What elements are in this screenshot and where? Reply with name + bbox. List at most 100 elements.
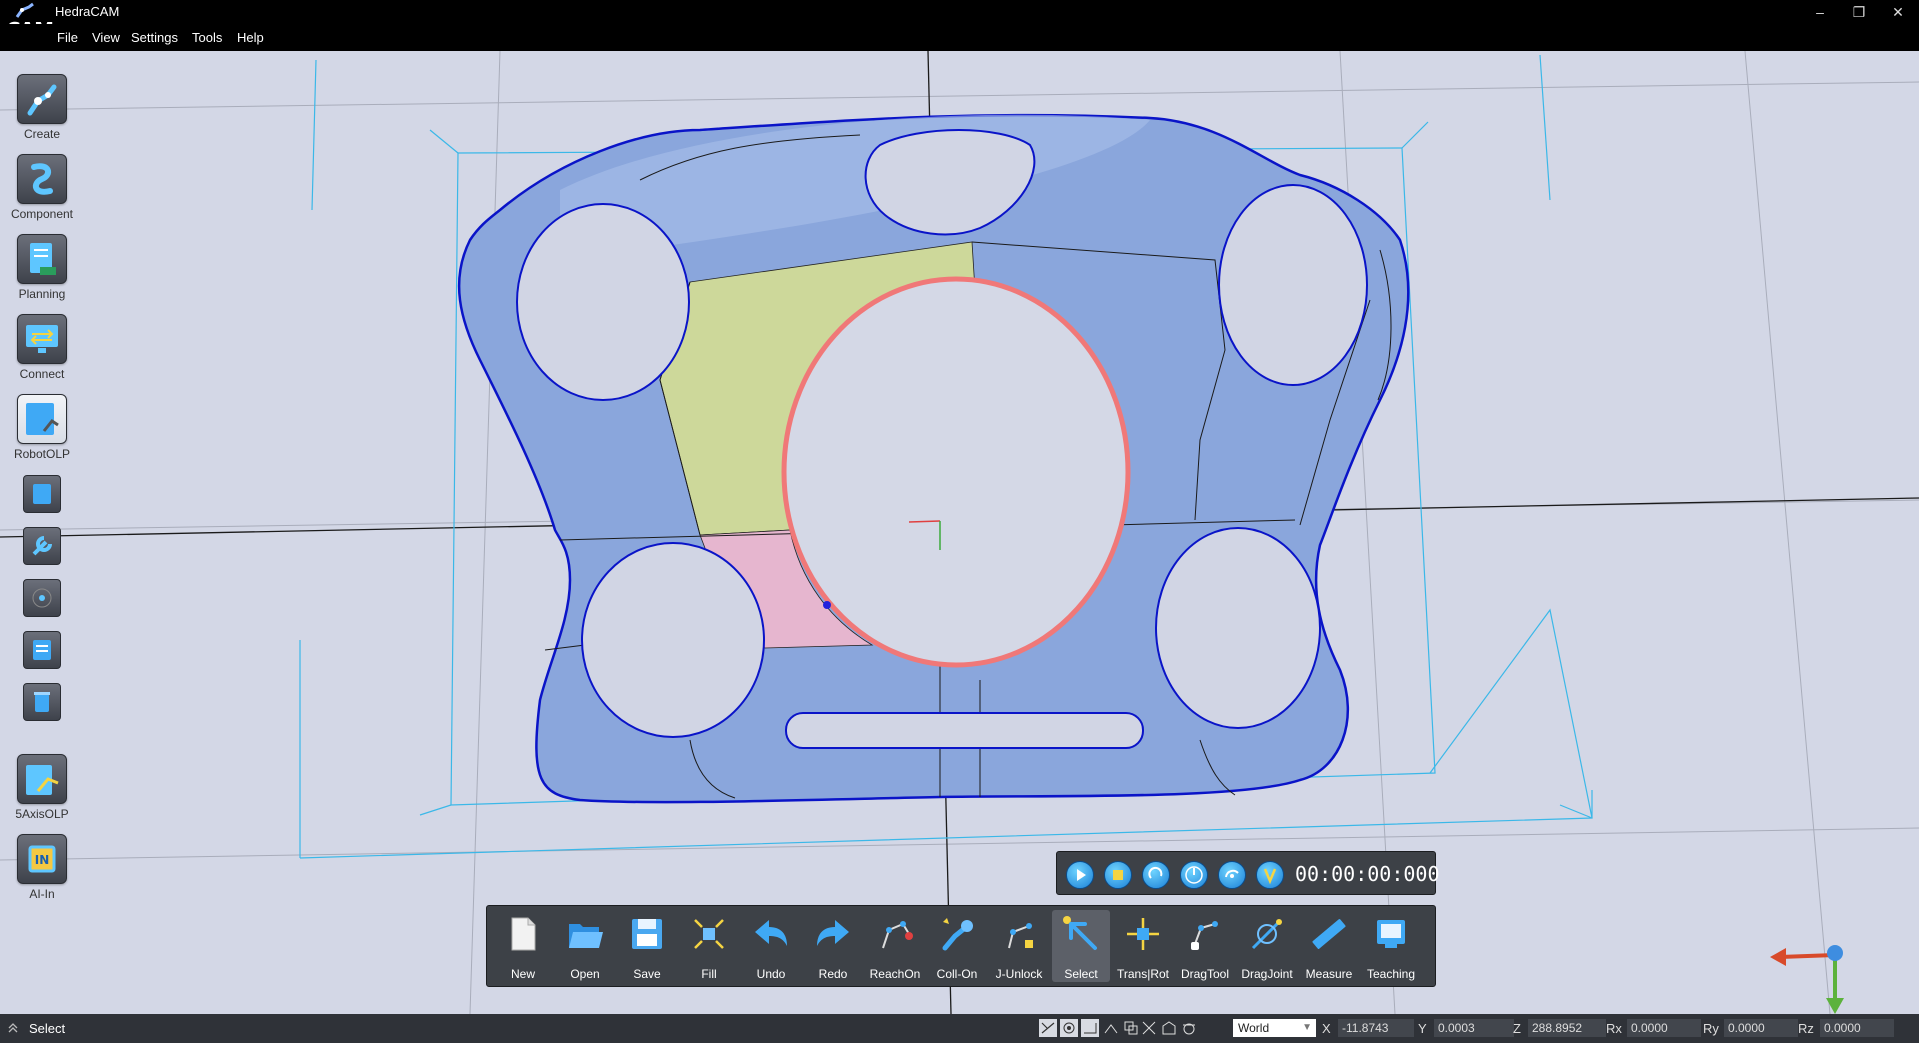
undo-icon bbox=[755, 920, 787, 946]
sidebar-item-connect[interactable]: Connect bbox=[10, 314, 74, 381]
sidebar-item-5axis-olp[interactable]: 5AxisOLP bbox=[10, 754, 74, 821]
sidebar-tool-program[interactable] bbox=[23, 631, 61, 669]
trans-rot-button[interactable]: Trans|Rot bbox=[1114, 910, 1172, 982]
sidebar-item-robot-olp[interactable]: RobotOLP bbox=[10, 394, 74, 461]
sidebar-item-create[interactable]: Create bbox=[10, 74, 74, 141]
collision-icon bbox=[942, 918, 973, 951]
redo-icon bbox=[817, 920, 849, 946]
svg-text:IN: IN bbox=[35, 853, 50, 867]
menu-help[interactable]: Help bbox=[237, 30, 264, 45]
scene-canvas[interactable] bbox=[0, 51, 1919, 1014]
loop-button[interactable] bbox=[1142, 861, 1170, 889]
coord-rz-value[interactable]: 0.0000 bbox=[1820, 1019, 1894, 1037]
coord-y-label: Y bbox=[1418, 1021, 1427, 1036]
selected-loop[interactable] bbox=[781, 276, 1131, 668]
open-button[interactable]: Open bbox=[556, 910, 614, 982]
select-cursor-icon bbox=[1063, 916, 1097, 950]
tool-label: Fill bbox=[701, 967, 717, 981]
sidebar-item-planning[interactable]: Planning bbox=[10, 234, 74, 301]
expand-up-icon[interactable] bbox=[7, 1022, 19, 1034]
tool-label: Coll-On bbox=[936, 967, 978, 981]
drag-joint-icon bbox=[1251, 919, 1282, 950]
sidebar-item-label: Planning bbox=[18, 287, 66, 301]
fill-icon bbox=[694, 919, 724, 949]
sidebar-item-label: RobotOLP bbox=[13, 447, 71, 461]
ai-in-icon: IN bbox=[17, 834, 67, 884]
robot-arm-icon bbox=[17, 74, 67, 124]
menu-view[interactable]: View bbox=[92, 30, 120, 45]
drag-tool-button[interactable]: DragTool bbox=[1176, 910, 1234, 982]
tool-label: Measure bbox=[1305, 967, 1353, 981]
coord-y-value[interactable]: 0.0003 bbox=[1434, 1019, 1514, 1037]
teaching-icon bbox=[1377, 920, 1405, 948]
coordinate-frame-select[interactable]: World ▼ bbox=[1233, 1019, 1316, 1037]
playback-bar: 00:00:00:000 bbox=[1056, 851, 1440, 895]
sidebar-item-label: Component bbox=[10, 207, 74, 221]
sidebar-item-label: 5AxisOLP bbox=[15, 807, 69, 821]
stop-button[interactable] bbox=[1104, 861, 1132, 889]
title-bar: CAM HedraCAM – ❐ ✕ bbox=[0, 0, 1919, 42]
sidebar-tool-1[interactable] bbox=[23, 475, 61, 513]
select-button[interactable]: Select bbox=[1052, 910, 1110, 982]
tool-label: Open bbox=[570, 967, 600, 981]
menu-file[interactable]: File bbox=[57, 30, 78, 45]
restore-button[interactable]: ❐ bbox=[1841, 2, 1877, 22]
coord-z-value[interactable]: 288.8952 bbox=[1528, 1019, 1606, 1037]
sidebar-item-label: AI-In bbox=[29, 887, 55, 901]
tool-label: DragJoint bbox=[1241, 967, 1293, 981]
close-button[interactable]: ✕ bbox=[1880, 2, 1916, 22]
coord-rx-value[interactable]: 0.0000 bbox=[1627, 1019, 1701, 1037]
tool-label: Redo bbox=[818, 967, 848, 981]
fill-button[interactable]: Fill bbox=[680, 910, 738, 982]
undo-button[interactable]: Undo bbox=[742, 910, 800, 982]
coord-ry-value[interactable]: 0.0000 bbox=[1724, 1019, 1798, 1037]
coord-x-label: X bbox=[1322, 1021, 1331, 1036]
component-icon bbox=[17, 154, 67, 204]
reach-on-button[interactable]: ReachOn bbox=[866, 910, 924, 982]
sidebar-item-label: Create bbox=[23, 127, 61, 141]
verify-button[interactable] bbox=[1256, 861, 1284, 889]
sidebar-item-ai-in[interactable]: IN AI-In bbox=[10, 834, 74, 901]
coord-ry-label: Ry bbox=[1703, 1021, 1719, 1036]
robot-arm-logo-icon bbox=[15, 2, 34, 18]
ruler-icon bbox=[1312, 919, 1346, 949]
folder-open-icon bbox=[569, 924, 603, 948]
sidebar-tool-delete[interactable] bbox=[23, 683, 61, 721]
menu-settings[interactable]: Settings bbox=[131, 30, 178, 45]
minimize-button[interactable]: – bbox=[1802, 2, 1838, 22]
coord-rx-label: Rx bbox=[1606, 1021, 1622, 1036]
planning-icon bbox=[17, 234, 67, 284]
play-button[interactable] bbox=[1066, 861, 1094, 889]
coordinate-frame-value: World bbox=[1238, 1021, 1270, 1035]
snap-mode-toolbar[interactable] bbox=[1039, 1019, 1207, 1037]
j-unlock-button[interactable]: J-Unlock bbox=[990, 910, 1048, 982]
main-toolbar: New Open Save Fill Undo Redo ReachOn Col… bbox=[486, 905, 1436, 987]
menu-bar: File View Settings Tools Help bbox=[0, 24, 1919, 51]
sidebar-tool-path[interactable] bbox=[23, 579, 61, 617]
teaching-button[interactable]: Teaching bbox=[1362, 910, 1420, 982]
view-triad[interactable] bbox=[1770, 945, 1844, 1014]
coll-on-button[interactable]: Coll-On bbox=[928, 910, 986, 982]
joint-unlock-icon bbox=[1008, 923, 1033, 949]
menu-tools[interactable]: Tools bbox=[192, 30, 222, 45]
status-bar: Select World ▼ X -11.8743 Y 0.0003 Z 288… bbox=[0, 1014, 1919, 1043]
tool-label: Trans|Rot bbox=[1116, 967, 1170, 981]
new-button[interactable]: New bbox=[494, 910, 552, 982]
status-text: Select bbox=[29, 1021, 66, 1036]
redo-button[interactable]: Redo bbox=[804, 910, 862, 982]
measure-button[interactable]: Measure bbox=[1300, 910, 1358, 982]
step-button[interactable] bbox=[1218, 861, 1246, 889]
sidebar-tool-wrench[interactable] bbox=[23, 527, 61, 565]
tool-label: J-Unlock bbox=[995, 967, 1043, 981]
tool-label: ReachOn bbox=[869, 967, 921, 981]
3d-viewport[interactable] bbox=[0, 51, 1919, 1014]
coord-x-value[interactable]: -11.8743 bbox=[1338, 1019, 1414, 1037]
cad-part[interactable] bbox=[457, 113, 1410, 804]
save-button[interactable]: Save bbox=[618, 910, 676, 982]
connect-icon bbox=[17, 314, 67, 364]
sidebar-item-component[interactable]: Component bbox=[10, 154, 74, 221]
speed-button[interactable] bbox=[1180, 861, 1208, 889]
drag-joint-button[interactable]: DragJoint bbox=[1238, 910, 1296, 982]
tool-label: New bbox=[510, 967, 535, 981]
coord-z-label: Z bbox=[1513, 1021, 1521, 1036]
